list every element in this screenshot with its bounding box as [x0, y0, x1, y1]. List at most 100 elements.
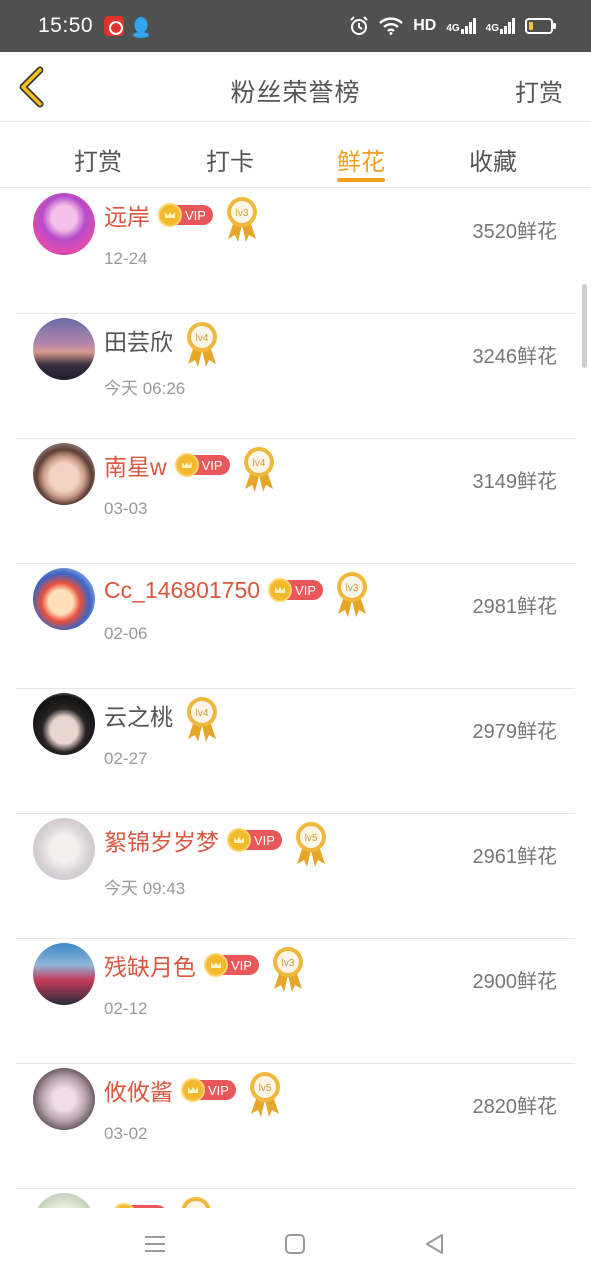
- tab-favorites[interactable]: 收藏: [443, 142, 543, 177]
- level-medal-icon: lv5: [295, 822, 326, 867]
- flower-count: 3246鲜花: [472, 346, 558, 368]
- status-bar: 15:50 HD 4G 4G: [0, 0, 591, 52]
- svg-text:lv3: lv3: [282, 958, 295, 969]
- avatar[interactable]: [33, 818, 95, 880]
- signal-4g-icon: 4G: [446, 18, 476, 34]
- user-name[interactable]: 田芸欣: [104, 323, 173, 357]
- vip-badge: VIP: [227, 828, 282, 852]
- svg-text:lv4: lv4: [252, 458, 265, 469]
- app-notification-icon: [104, 16, 124, 36]
- flower-count: 2979鲜花: [472, 721, 558, 743]
- flower-count: 3520鲜花: [472, 221, 558, 243]
- level-medal-icon: lv3: [272, 947, 303, 992]
- list-item[interactable]: 残缺月色 VIP lv3 02-12 2900鲜花: [0, 939, 591, 1064]
- vip-badge: VIP: [204, 953, 259, 977]
- level-medal-icon: lv4: [243, 447, 274, 492]
- crown-icon: [204, 953, 228, 977]
- battery-icon: [525, 18, 556, 34]
- user-name[interactable]: 南星w: [104, 448, 167, 482]
- vip-label: VIP: [254, 832, 275, 848]
- svg-text:lv5: lv5: [259, 1083, 272, 1094]
- vip-badge: VIP: [181, 1078, 236, 1102]
- timestamp: 03-02: [104, 1124, 148, 1143]
- user-name[interactable]: Cc_146801750: [104, 577, 260, 604]
- crown-icon: [158, 203, 182, 227]
- scrollbar[interactable]: [582, 284, 587, 368]
- level-medal-icon: lv5: [249, 1072, 280, 1117]
- avatar[interactable]: [33, 318, 95, 380]
- timestamp: 02-06: [104, 624, 148, 643]
- user-name[interactable]: 絮锦岁岁梦: [104, 823, 219, 857]
- svg-text:lv3: lv3: [346, 583, 359, 594]
- vip-badge: VIP: [158, 203, 213, 227]
- list-item[interactable]: 远岸 VIP lv3 12-24 3520鲜花: [0, 189, 591, 314]
- timestamp: 03-03: [104, 499, 148, 518]
- user-name[interactable]: 攸攸酱: [104, 1073, 173, 1107]
- level-medal-icon: lv4: [187, 697, 217, 742]
- tab-flowers[interactable]: 鲜花: [311, 142, 411, 177]
- active-tab-indicator: [337, 178, 385, 182]
- timestamp: 02-12: [104, 999, 148, 1018]
- avatar[interactable]: [33, 568, 95, 630]
- avatar[interactable]: [33, 1068, 95, 1130]
- tab-bar: 打赏 打卡 鲜花 收藏: [0, 122, 591, 188]
- level-medal-icon: lv3: [337, 572, 367, 617]
- avatar[interactable]: [33, 193, 95, 255]
- timestamp: 今天 06:26: [104, 379, 186, 398]
- vip-badge: VIP: [268, 578, 323, 602]
- list-item[interactable]: 云之桃 lv4 02-27 2979鲜花: [0, 689, 591, 814]
- hd-indicator: HD: [413, 17, 437, 34]
- alarm-icon: [350, 16, 368, 35]
- flower-count: 2900鲜花: [472, 971, 558, 993]
- vip-label: VIP: [185, 207, 206, 223]
- reward-button[interactable]: 打赏: [515, 73, 563, 108]
- avatar[interactable]: [33, 693, 95, 755]
- level-medal-icon: [181, 1197, 211, 1208]
- svg-text:lv3: lv3: [236, 208, 249, 219]
- wifi-icon: [379, 17, 404, 35]
- avatar[interactable]: [33, 443, 95, 505]
- signal-4g-icon: 4G: [486, 18, 515, 34]
- home-icon[interactable]: [282, 1232, 308, 1256]
- flower-count: 3149鲜花: [472, 471, 558, 493]
- vip-label: VIP: [231, 957, 252, 973]
- flower-count: 2961鲜花: [472, 846, 558, 868]
- flower-count: 2981鲜花: [472, 596, 558, 618]
- page-title: 粉丝荣誉榜: [230, 79, 361, 107]
- level-medal-icon: lv3: [226, 197, 257, 242]
- avatar[interactable]: [33, 943, 95, 1005]
- crown-icon: [181, 1078, 205, 1102]
- ranking-list[interactable]: 远岸 VIP lv3 12-24 3520鲜花田芸欣 lv4 今天 06:26 3246鲜花南…: [0, 189, 591, 1208]
- vip-label: VIP: [201, 457, 223, 473]
- vip-label: VIP: [208, 1082, 229, 1098]
- timestamp: 12-24: [104, 249, 148, 268]
- list-item[interactable]: 絮锦岁岁梦 VIP lv5 今天 09:43 2961鲜花: [0, 814, 591, 939]
- svg-text:lv4: lv4: [196, 333, 209, 344]
- timestamp: 02-27: [104, 749, 148, 768]
- vip-label: VIP: [295, 582, 316, 598]
- tab-checkin[interactable]: 打卡: [180, 142, 280, 177]
- tab-reward[interactable]: 打赏: [48, 142, 148, 177]
- back-nav-icon[interactable]: [422, 1232, 448, 1256]
- timestamp: 今天 09:43: [104, 879, 186, 898]
- svg-text:lv5: lv5: [305, 833, 318, 844]
- crown-icon: [174, 453, 199, 477]
- list-item[interactable]: 南星w VIP lv4 03-03 3149鲜花: [0, 439, 591, 564]
- list-item[interactable]: Cc_146801750 VIP lv3 02-06 2981鲜花: [0, 564, 591, 689]
- user-name[interactable]: 远岸: [104, 198, 150, 232]
- level-medal-icon: lv4: [187, 322, 217, 367]
- menu-icon[interactable]: [142, 1232, 168, 1256]
- list-item[interactable]: 攸攸酱 VIP lv5 03-02 2820鲜花: [0, 1064, 591, 1189]
- flower-count: 2820鲜花: [472, 1096, 558, 1118]
- crown-icon: [268, 578, 293, 602]
- user-name[interactable]: 残缺月色: [104, 948, 196, 982]
- list-item[interactable]: VIP: [0, 1189, 591, 1208]
- list-item[interactable]: 田芸欣 lv4 今天 06:26 3246鲜花: [0, 314, 591, 439]
- qq-notification-icon: [133, 17, 149, 38]
- status-time: 15:50: [38, 14, 94, 37]
- user-name[interactable]: 云之桃: [104, 698, 173, 732]
- vip-badge: VIP: [174, 453, 230, 477]
- crown-icon: [227, 828, 251, 852]
- app-header: 粉丝荣誉榜 打赏: [0, 52, 591, 122]
- avatar[interactable]: [33, 1193, 95, 1208]
